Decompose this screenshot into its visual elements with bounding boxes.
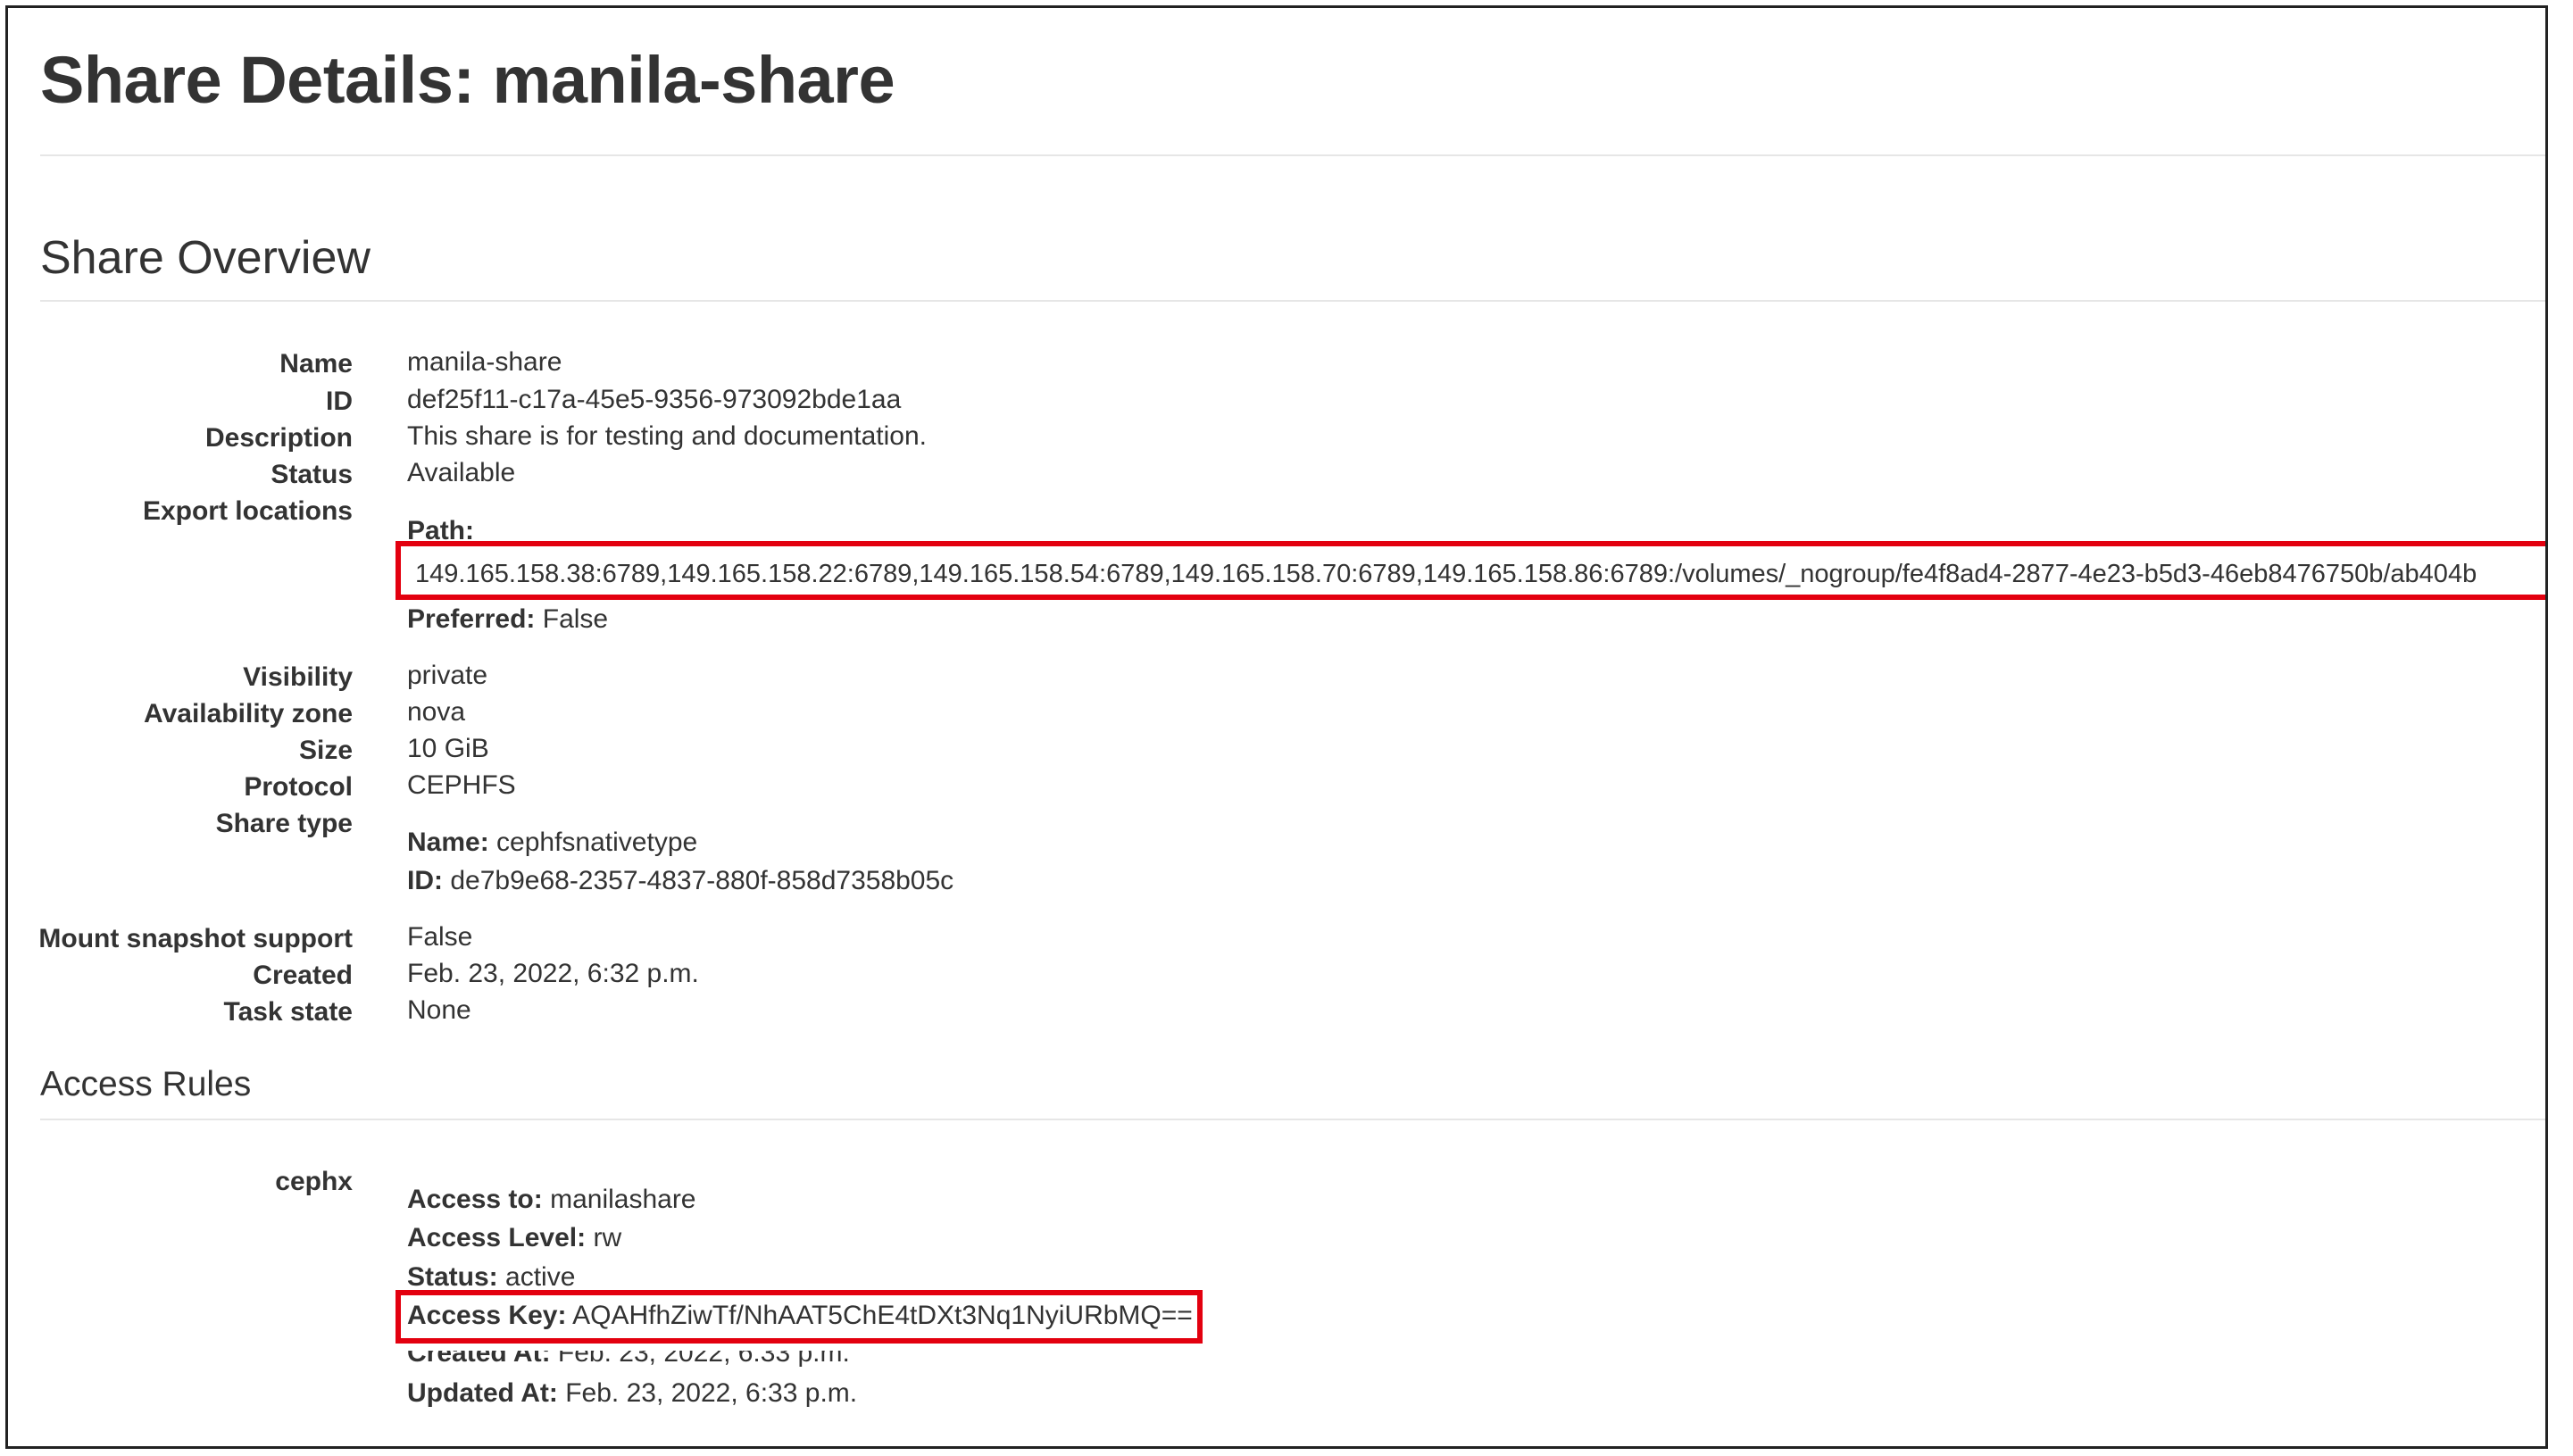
access-updated-value: Feb. 23, 2022, 6:33 p.m. (565, 1378, 858, 1408)
access-updated-row: Updated At: Feb. 23, 2022, 6:33 p.m. (407, 1378, 857, 1409)
access-status-value: active (505, 1262, 576, 1292)
access-level-value: rw (593, 1223, 622, 1252)
access-level-row: Access Level: rw (407, 1223, 621, 1253)
access-status-row: Status: active (407, 1262, 575, 1293)
access-key-value: AQAHfhZiwTf/NhAAT5ChE4tDXt3Nq1NyiURbMQ== (572, 1301, 1193, 1330)
access-to-label: Access to: (407, 1185, 543, 1214)
screenshot-frame: Share Details: manila-share Share Overvi… (5, 5, 2548, 1449)
access-status-label: Status: (407, 1262, 498, 1292)
access-to-row: Access to: manilashare (407, 1185, 696, 1215)
access-rules-details: cephx Access to: manilashare Access Leve… (8, 8, 2545, 1446)
access-to-value: manilashare (550, 1185, 696, 1214)
access-updated-label: Updated At: (407, 1378, 558, 1408)
access-level-label: Access Level: (407, 1223, 587, 1252)
access-rule-type-label: cephx (275, 1167, 353, 1196)
access-key-label: Access Key: (407, 1301, 567, 1330)
access-key-row: Access Key: AQAHfhZiwTf/NhAAT5ChE4tDXt3N… (407, 1301, 1193, 1331)
